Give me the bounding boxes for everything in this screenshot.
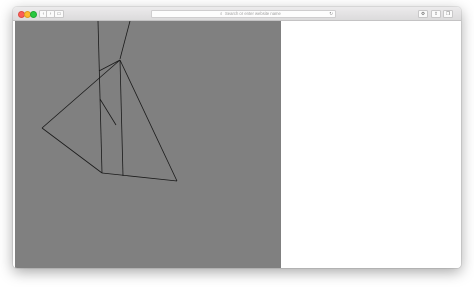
canvas-drawing [41,21,178,182]
canvas-line [97,21,103,174]
canvas-line [101,172,178,182]
canvas-line [99,98,117,126]
tabs-overview-button[interactable]: ❐ [443,10,453,18]
settings-button[interactable]: ⚙ [418,10,428,18]
address-bar-placeholder: Search or enter website name [225,11,281,16]
canvas-line [119,59,124,177]
address-bar[interactable]: ⌕ Search or enter website name ↻ [151,10,336,18]
canvas-line [119,59,178,182]
canvas-line [119,21,131,60]
search-icon: ⌕ [220,11,223,16]
share-button[interactable]: ⇪ [431,10,441,18]
drawing-canvas[interactable] [15,21,281,268]
canvas-line [41,59,121,129]
reload-icon[interactable]: ↻ [329,11,333,17]
canvas-line [41,127,103,174]
page-content [13,21,461,268]
maximize-window-button[interactable] [30,11,37,18]
sidebar-toggle-button[interactable]: ▭ [54,10,64,18]
browser-window: ‹ › ▭ ⌕ Search or enter website name ↻ ⚙… [13,7,461,268]
browser-toolbar: ‹ › ▭ ⌕ Search or enter website name ↻ ⚙… [13,7,461,21]
